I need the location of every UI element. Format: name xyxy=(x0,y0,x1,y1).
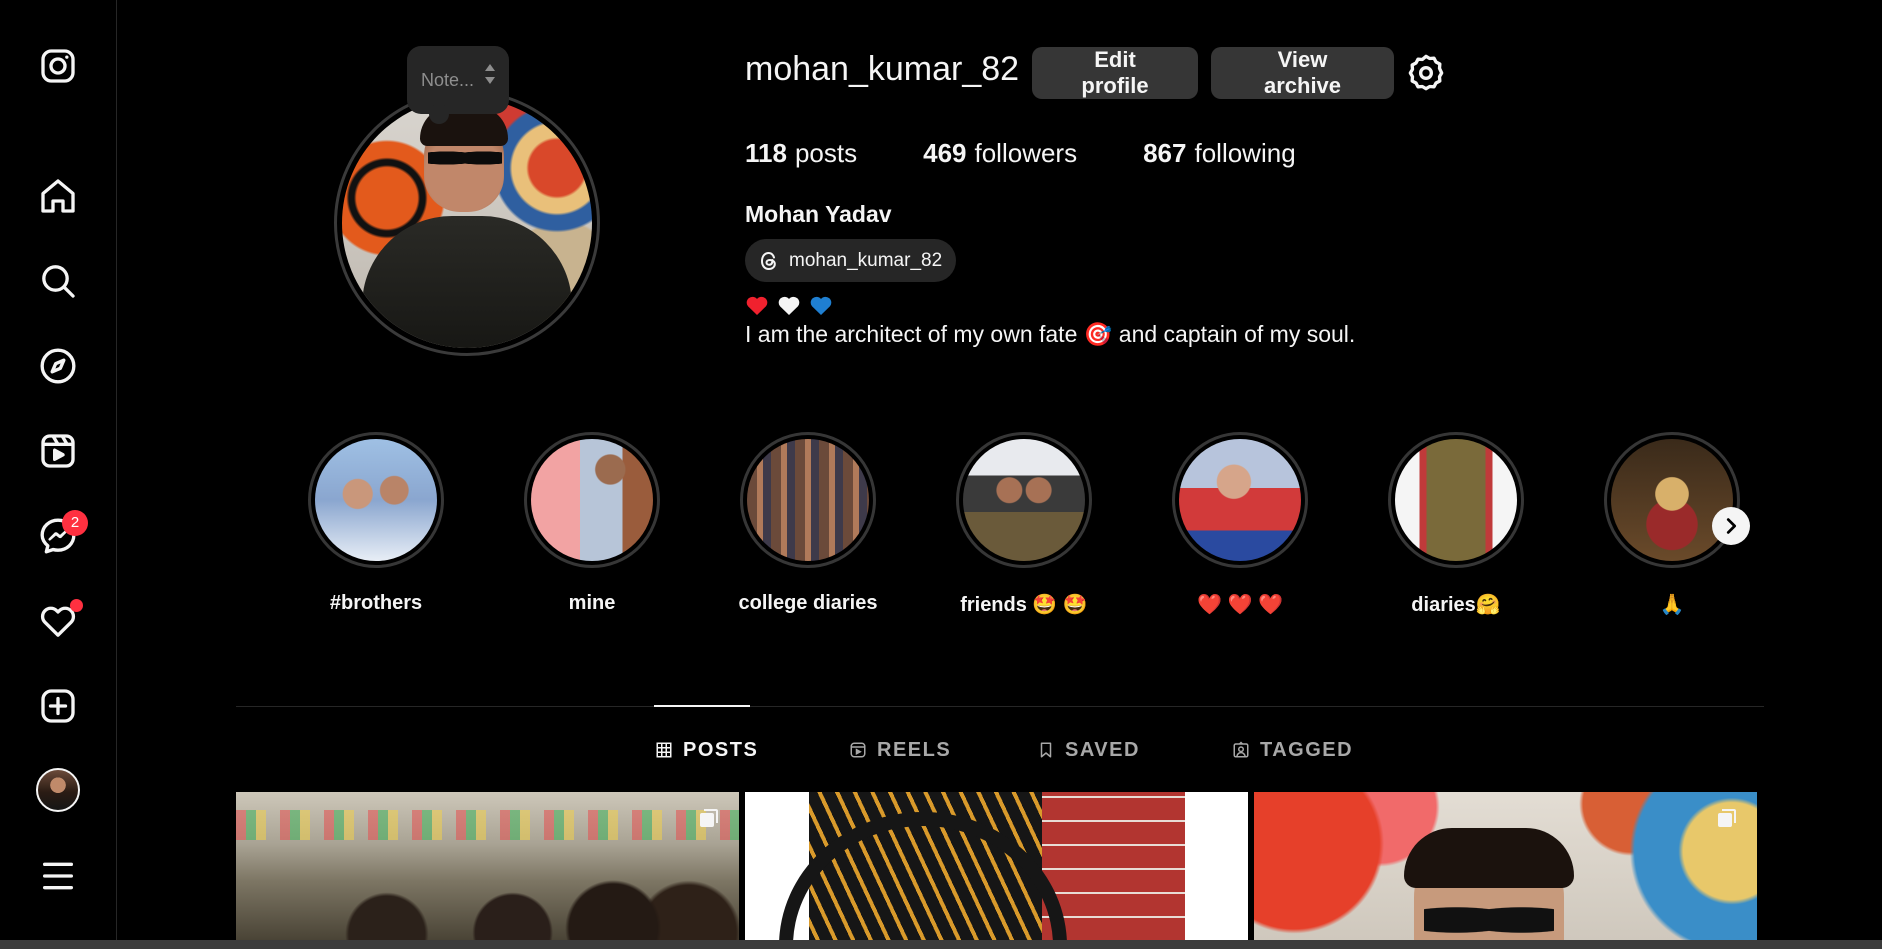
note-input[interactable]: Note... xyxy=(407,46,509,124)
highlight-thumbnail xyxy=(1395,439,1517,561)
home-icon[interactable] xyxy=(36,174,80,218)
highlight-label: college diaries xyxy=(738,592,878,614)
highlight-thumbnail xyxy=(1611,439,1733,561)
bio-hearts xyxy=(745,294,833,316)
settings-gear-icon[interactable] xyxy=(1403,50,1449,96)
tagged-user-icon xyxy=(1233,741,1249,758)
grid-icon xyxy=(656,742,672,758)
highlight-label: ❤️ ❤️ ❤️ xyxy=(1197,594,1283,616)
threads-icon xyxy=(760,251,776,270)
carousel-icon xyxy=(1718,809,1736,827)
red-heart-icon xyxy=(746,296,768,315)
white-heart-icon xyxy=(778,296,800,315)
menu-icon[interactable] xyxy=(36,854,80,898)
profile-avatar[interactable] xyxy=(36,768,80,812)
tab-label: SAVED xyxy=(1065,738,1140,761)
profile-bio: I am the architect of my own fate 🎯 and … xyxy=(745,321,1356,347)
posts-stat: 118 posts xyxy=(745,138,857,169)
reels-icon[interactable] xyxy=(36,429,80,473)
followers-label: followers xyxy=(974,138,1078,168)
following-label: following xyxy=(1194,138,1296,168)
highlight-diaries[interactable]: diaries🤗 xyxy=(1371,432,1541,617)
profile-full-name: Mohan Yadav xyxy=(745,201,892,227)
highlight-hearts[interactable]: ❤️ ❤️ ❤️ xyxy=(1155,432,1325,617)
highlights-next-button[interactable] xyxy=(1712,507,1750,545)
edit-profile-button[interactable]: Edit profile xyxy=(1032,47,1198,99)
instagram-logo-icon[interactable] xyxy=(36,44,80,88)
create-plus-icon[interactable] xyxy=(36,684,80,728)
tab-label: REELS xyxy=(877,738,952,761)
threads-link[interactable]: mohan_kumar_82 xyxy=(745,239,957,282)
profile-picture[interactable] xyxy=(334,90,600,356)
sidebar: 2 xyxy=(0,0,117,940)
posts-label: posts xyxy=(794,138,858,168)
blue-heart-icon xyxy=(810,296,832,315)
post-thumbnail[interactable] xyxy=(745,792,1248,940)
messenger-icon[interactable]: 2 xyxy=(36,510,88,558)
active-tab-indicator xyxy=(654,705,750,707)
bookmark-icon xyxy=(1040,742,1052,758)
following-count: 867 xyxy=(1143,138,1187,168)
tabs-divider xyxy=(236,706,1764,707)
highlight-label: #brothers xyxy=(329,592,423,614)
note-spinner-icon[interactable] xyxy=(485,64,495,84)
tab-reels[interactable]: REELS xyxy=(849,736,951,764)
carousel-icon xyxy=(700,809,718,827)
highlight-brothers[interactable]: #brothers xyxy=(291,432,461,615)
post-thumbnail[interactable] xyxy=(236,792,739,940)
following-stat[interactable]: 867 following xyxy=(1143,138,1296,169)
highlight-friends[interactable]: friends 🤩 🤩 xyxy=(939,432,1109,617)
followers-count: 469 xyxy=(923,138,967,168)
tab-posts[interactable]: POSTS xyxy=(655,736,758,764)
notifications-heart-icon[interactable] xyxy=(36,599,83,643)
highlight-thumbnail xyxy=(531,439,653,561)
tab-tagged[interactable]: TAGGED xyxy=(1232,736,1353,764)
profile-stats: 118 posts 469 followers 867 following xyxy=(745,138,1362,169)
posts-count: 118 xyxy=(745,138,787,168)
profile-photo xyxy=(342,98,592,348)
followers-stat[interactable]: 469 followers xyxy=(923,138,1077,169)
threads-handle: mohan_kumar_82 xyxy=(789,249,943,271)
post-thumbnail[interactable] xyxy=(1254,792,1757,940)
chevron-right-icon xyxy=(1726,518,1737,534)
messages-badge: 2 xyxy=(62,510,88,536)
highlight-label: 🙏 xyxy=(1659,594,1685,616)
highlight-thumbnail xyxy=(1179,439,1301,561)
highlight-mine[interactable]: mine xyxy=(507,432,677,615)
highlight-label: mine xyxy=(568,592,616,614)
notification-dot xyxy=(70,599,83,612)
window-bottom-edge xyxy=(0,940,1882,949)
note-placeholder: Note... xyxy=(421,69,475,90)
highlight-thumbnail xyxy=(747,439,869,561)
highlight-thumbnail xyxy=(315,439,437,561)
highlight-label: friends 🤩 🤩 xyxy=(960,594,1088,616)
highlight-college-diaries[interactable]: college diaries xyxy=(723,432,893,615)
avatar xyxy=(36,768,80,812)
search-icon[interactable] xyxy=(36,259,80,303)
profile-username: mohan_kumar_82 xyxy=(745,50,1020,88)
explore-icon[interactable] xyxy=(36,344,80,388)
view-archive-button[interactable]: View archive xyxy=(1211,47,1394,99)
tab-saved[interactable]: SAVED xyxy=(1037,736,1140,764)
reels-tab-icon xyxy=(850,742,866,758)
highlight-thumbnail xyxy=(963,439,1085,561)
tab-label: TAGGED xyxy=(1260,738,1354,761)
highlight-label: diaries🤗 xyxy=(1411,594,1501,616)
tab-label: POSTS xyxy=(683,738,759,761)
